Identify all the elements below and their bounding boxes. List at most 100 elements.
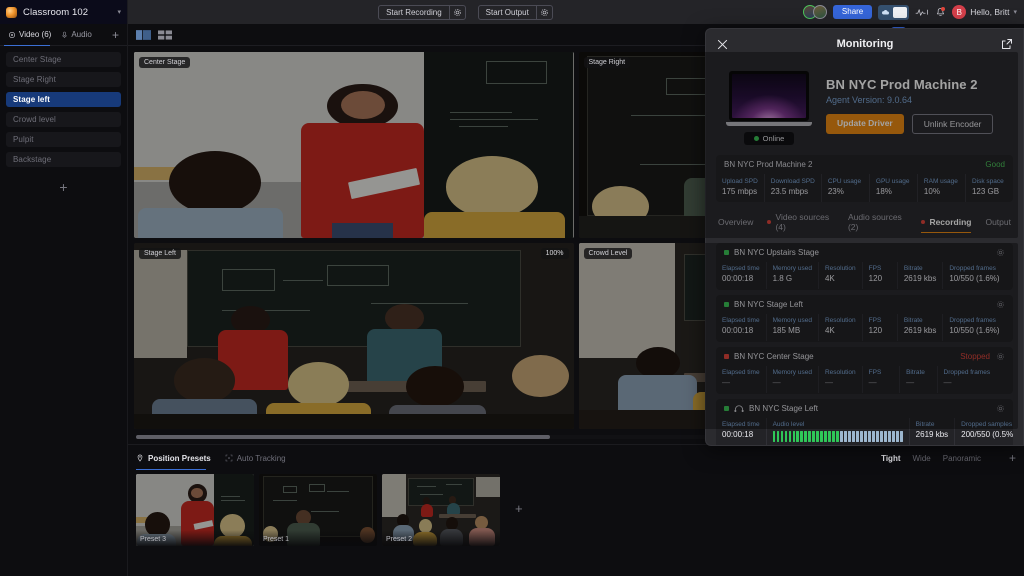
top-bar-right: Share B Hello, Britt ▾ (802, 0, 1024, 24)
user-avatar: B (952, 5, 967, 19)
presets-header: Position Presets Auto Tracking Tight Wid… (136, 452, 1016, 470)
tile-label: Center Stage (139, 57, 191, 68)
recording-settings-gear-icon[interactable] (448, 5, 465, 19)
cloud-local-toggle[interactable] (878, 4, 910, 20)
user-menu[interactable]: B Hello, Britt ▾ (952, 5, 1017, 19)
video-tile-crowd-level[interactable]: Crowd Level (578, 243, 1018, 429)
tile-dim-overlay (578, 243, 1018, 429)
tab-auto-tracking[interactable]: Auto Tracking (225, 454, 286, 463)
local-toggle-active-indicator[interactable] (893, 6, 908, 18)
microphone-icon (62, 31, 67, 38)
add-source-button[interactable]: + (112, 29, 119, 41)
start-recording-group[interactable]: Start Recording (378, 4, 466, 20)
tile-dim-overlay (134, 243, 574, 429)
video-tile-stage-right[interactable]: Stage Right (578, 52, 1018, 238)
app-body: Video (6) Audio + Center Stage Stage Rig… (0, 24, 1024, 576)
start-output-button[interactable]: Start Output (479, 6, 536, 19)
sidebar-item-crowd-level[interactable]: Crowd level (6, 112, 121, 127)
tile-zoom-badge: 100% (540, 248, 569, 259)
layout-switcher (136, 29, 172, 40)
top-bar-center: Start Recording Start Output (128, 0, 803, 24)
add-preset-button[interactable]: + (515, 502, 523, 515)
sidebar-item-label: Center Stage (13, 55, 62, 64)
notification-badge (941, 6, 946, 11)
sidebar-item-label: Backstage (13, 155, 52, 164)
framing-option-tight[interactable]: Tight (881, 454, 900, 463)
active-tab-indicator (4, 44, 50, 46)
top-bar: Classroom 102 ▾ Start Recording Start Ou… (0, 0, 1024, 24)
video-grid-wrapper: Center Stage Stage Right Stage Left 100%… (128, 46, 1024, 429)
framing-option-wide[interactable]: Wide (913, 454, 931, 463)
preset-name: Preset 1 (263, 536, 290, 543)
sidebar: Video (6) Audio + Center Stage Stage Rig… (0, 24, 128, 576)
presets-panel: Position Presets Auto Tracking Tight Wid… (128, 444, 1024, 576)
chevron-down-icon: ▾ (117, 9, 121, 16)
tab-audio-label: Audio (71, 30, 92, 39)
framing-options: Tight Wide Panoramic (881, 454, 981, 463)
source-list: Center Stage Stage Right Stage left Crow… (0, 46, 127, 194)
panel-title: Monitoring (836, 38, 894, 50)
notifications-bell-icon[interactable] (935, 6, 946, 18)
audio-level-meter (772, 431, 903, 442)
sidebar-item-backstage[interactable]: Backstage (6, 152, 121, 167)
preset-thumbnails: Preset 3 Preset 1 Preset 2 + (136, 474, 1016, 546)
start-output-group[interactable]: Start Output (477, 4, 553, 20)
metric-value: 200/550 (0.5%) (961, 430, 1013, 439)
tab-position-presets-label: Position Presets (148, 453, 211, 463)
framing-option-panoramic[interactable]: Panoramic (943, 454, 981, 463)
tab-auto-tracking-label: Auto Tracking (236, 453, 286, 463)
tile-dim-overlay (134, 52, 574, 238)
sidebar-item-label: Stage Right (13, 75, 56, 84)
camera-icon (8, 31, 16, 38)
sidebar-item-stage-right[interactable]: Stage Right (6, 72, 121, 87)
tab-position-presets[interactable]: Position Presets (136, 454, 211, 463)
workspace-name: Classroom 102 (23, 6, 89, 18)
preset-thumbnail[interactable]: Preset 2 (382, 474, 500, 546)
metric-value: 00:00:18 (722, 430, 754, 439)
output-settings-gear-icon[interactable] (535, 5, 552, 19)
app-root: Classroom 102 ▾ Start Recording Start Ou… (0, 0, 1024, 576)
layout-single-icon[interactable] (136, 29, 151, 40)
sidebar-item-label: Pulpit (13, 135, 34, 144)
preset-name: Preset 2 (386, 536, 413, 543)
close-icon[interactable] (716, 38, 729, 51)
sidebar-item-center-stage[interactable]: Center Stage (6, 52, 121, 67)
user-name-label: Hello, Britt (970, 7, 1010, 17)
collaborator-avatars[interactable] (802, 5, 827, 19)
video-tile-stage-left[interactable]: Stage Left 100% (134, 243, 574, 429)
tab-audio[interactable]: Audio (61, 30, 92, 39)
chevron-down-icon: ▾ (1013, 9, 1017, 16)
sidebar-item-label: Stage left (13, 95, 51, 104)
start-recording-button[interactable]: Start Recording (379, 6, 449, 19)
tile-label: Crowd Level (583, 248, 633, 259)
main-content: Center Stage Stage Right Stage Left 100%… (128, 24, 1024, 576)
app-logo-icon (6, 6, 17, 18)
tile-label: Stage Right (583, 57, 631, 68)
sidebar-item-pulpit[interactable]: Pulpit (6, 132, 121, 147)
activity-waveform-icon[interactable] (915, 7, 929, 18)
tile-dim-overlay (578, 52, 1018, 238)
add-scene-button[interactable]: + (59, 180, 67, 194)
cloud-icon[interactable] (878, 8, 893, 17)
add-framing-button[interactable]: + (1009, 452, 1016, 464)
video-tile-center-stage[interactable]: Center Stage (134, 52, 574, 238)
layout-grid-icon[interactable] (158, 29, 172, 40)
tab-video-label: Video (6) (19, 30, 52, 39)
sidebar-item-stage-left[interactable]: Stage left (6, 92, 121, 107)
tab-video[interactable]: Video (6) (8, 30, 51, 39)
workspace-switcher[interactable]: Classroom 102 ▾ (0, 0, 128, 24)
scrollbar-thumb[interactable] (136, 435, 550, 439)
tracking-frame-icon (225, 454, 232, 462)
sidebar-tabs: Video (6) Audio + (0, 24, 127, 46)
preset-thumbnail[interactable]: Preset 1 (259, 474, 377, 546)
open-external-icon[interactable] (1001, 38, 1013, 50)
active-presets-tab-indicator (136, 468, 206, 470)
location-pin-icon (137, 454, 143, 462)
avatar[interactable] (812, 5, 827, 19)
metric-value: 2619 kbs (915, 430, 949, 439)
sidebar-item-label: Crowd level (13, 115, 56, 124)
tile-label: Stage Left (139, 248, 181, 259)
preset-name: Preset 3 (140, 536, 167, 543)
share-button[interactable]: Share (832, 4, 873, 20)
preset-thumbnail[interactable]: Preset 3 (136, 474, 254, 546)
